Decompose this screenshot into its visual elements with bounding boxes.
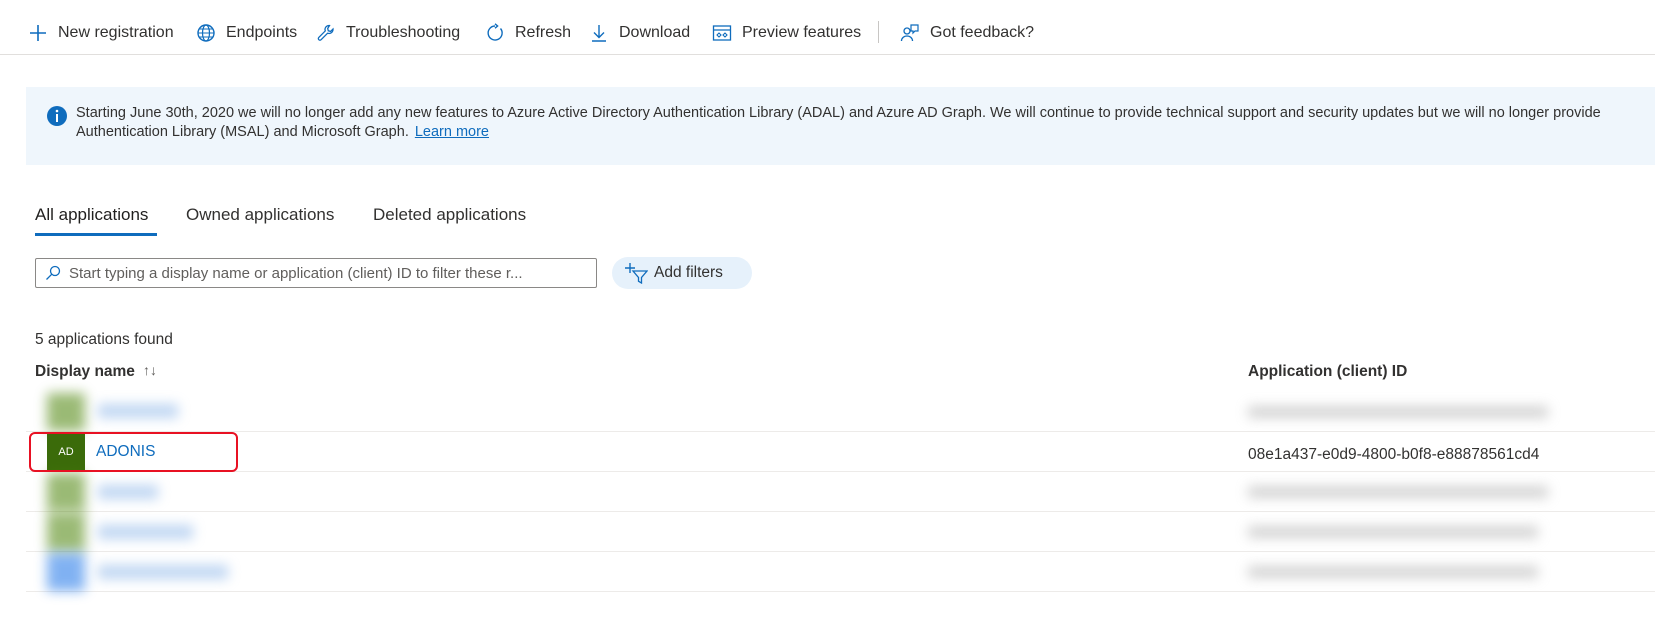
banner-line-2-text: Authentication Library (MSAL) and Micros… (76, 124, 409, 140)
table-row[interactable] (26, 472, 1655, 512)
got-feedback-button[interactable]: Got feedback? (900, 18, 1034, 48)
add-filter-icon (625, 263, 648, 284)
avatar (47, 513, 85, 551)
download-icon (592, 25, 606, 42)
redacted-name (98, 485, 158, 499)
tab-deleted-applications[interactable]: Deleted applications (373, 205, 526, 225)
avatar (47, 553, 85, 591)
refresh-label: Refresh (515, 24, 572, 41)
plus-icon (30, 25, 46, 41)
download-label: Download (619, 24, 691, 41)
app-name-link[interactable]: ADONIS (96, 443, 155, 461)
banner-message: Starting June 30th, 2020 we will no long… (76, 104, 1655, 142)
learn-more-link[interactable]: Learn more (415, 124, 489, 140)
refresh-button[interactable]: Refresh (485, 18, 571, 48)
results-count: 5 applications found (35, 331, 173, 348)
redacted-client-id (1248, 566, 1538, 578)
preview-features-button[interactable]: Preview features (712, 18, 861, 48)
preview-features-label: Preview features (742, 24, 862, 41)
refresh-icon (487, 23, 503, 41)
new-registration-label: New registration (58, 24, 174, 41)
avatar: AD (47, 433, 85, 471)
client-id-value: 08e1a437-e0d9-4800-b0f8-e88878561cd4 (1248, 446, 1540, 463)
table-row[interactable] (26, 392, 1655, 432)
troubleshooting-button[interactable]: Troubleshooting (316, 18, 460, 48)
table-row[interactable] (26, 552, 1655, 592)
feedback-icon (900, 24, 919, 42)
new-registration-button[interactable]: New registration (28, 18, 174, 48)
redacted-client-id (1248, 406, 1548, 418)
command-bar: New registration Endpoints Troubleshooti… (0, 0, 1655, 55)
wrench-icon (317, 24, 334, 41)
redacted-name (98, 404, 178, 418)
avatar (47, 473, 85, 511)
tab-owned-applications[interactable]: Owned applications (186, 205, 334, 225)
download-button[interactable]: Download (589, 18, 690, 48)
redacted-name (98, 565, 228, 579)
info-banner: Starting June 30th, 2020 we will no long… (26, 87, 1655, 165)
tab-all-applications[interactable]: All applications (35, 205, 148, 225)
active-tab-indicator (35, 233, 157, 236)
avatar (47, 393, 85, 431)
preview-features-icon (712, 25, 732, 41)
column-header-client-id[interactable]: Application (client) ID (1248, 363, 1407, 381)
banner-line-1: Starting June 30th, 2020 we will no long… (76, 105, 1601, 121)
sort-arrows-icon[interactable]: ↑↓ (143, 362, 157, 378)
column-header-display-name[interactable]: Display name (35, 363, 135, 381)
banner-line-2: Authentication Library (MSAL) and Micros… (76, 123, 1655, 142)
info-icon (47, 106, 67, 126)
filter-search-box[interactable] (35, 258, 597, 288)
redacted-client-id (1248, 486, 1548, 498)
endpoints-button[interactable]: Endpoints (196, 18, 297, 48)
add-filters-label: Add filters (654, 264, 723, 281)
search-icon (46, 265, 61, 280)
toolbar-divider (878, 21, 879, 43)
globe-icon (197, 24, 215, 42)
add-filters-button[interactable]: Add filters (612, 257, 752, 289)
got-feedback-label: Got feedback? (930, 24, 1035, 41)
troubleshooting-label: Troubleshooting (346, 24, 461, 41)
search-input[interactable] (69, 264, 579, 282)
redacted-name (98, 525, 193, 539)
table-row[interactable]: AD ADONIS 08e1a437-e0d9-4800-b0f8-e88878… (26, 432, 1655, 472)
redacted-client-id (1248, 526, 1538, 538)
table-row[interactable] (26, 512, 1655, 552)
endpoints-label: Endpoints (226, 24, 298, 41)
